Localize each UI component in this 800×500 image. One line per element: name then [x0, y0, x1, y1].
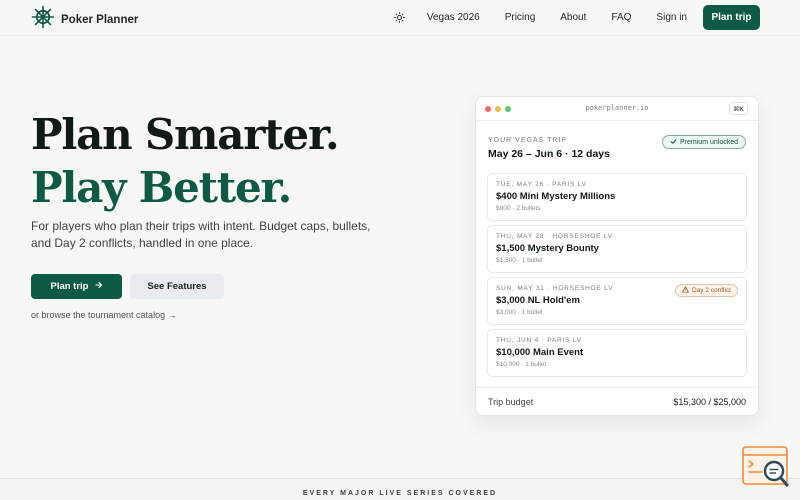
- nav-link-about[interactable]: About: [560, 12, 586, 23]
- event-card[interactable]: TUE, MAY 26 · PARIS LV $400 Mini Mystery…: [487, 173, 747, 221]
- nav-link-sign-in[interactable]: Sign in: [656, 12, 687, 23]
- nav-link-pricing[interactable]: Pricing: [505, 12, 536, 23]
- trip-preview-card: pokerplanner.io ⌘K YOUR VEGAS TRIP May 2…: [475, 96, 759, 416]
- event-name: $400 Mini Mystery Millions: [496, 191, 616, 202]
- trip-label: YOUR VEGAS TRIP: [488, 137, 568, 144]
- event-name: $1,500 Mystery Bounty: [496, 243, 599, 254]
- premium-badge: Premium unlocked: [662, 135, 746, 149]
- plan-trip-button[interactable]: Plan trip: [31, 274, 122, 299]
- hero-title-line-2: Play Better.: [31, 163, 292, 212]
- command-shortcut-badge[interactable]: ⌘K: [729, 102, 748, 115]
- trip-dates: May 26 – Jun 6 · 12 days: [488, 148, 610, 160]
- premium-badge-label: Premium unlocked: [680, 138, 738, 146]
- event-detail: $800 · 2 bullets: [496, 205, 541, 212]
- search-code-icon[interactable]: [742, 445, 790, 490]
- nav-links: Vegas 2026 Pricing About FAQ Sign in Pla…: [393, 5, 760, 30]
- brand-name: Poker Planner: [61, 13, 139, 26]
- event-card[interactable]: SUN, MAY 31 · HORSESHOE LV $3,000 NL Hol…: [487, 277, 747, 325]
- hero-title: Plan Smarter. Play Better.: [31, 108, 340, 214]
- browser-url: pokerplanner.io: [585, 104, 649, 112]
- hero-title-line-1: Plan Smarter.: [31, 110, 340, 159]
- brand-logo-link[interactable]: Poker Planner: [31, 5, 138, 34]
- series-band-heading: EVERY MAJOR LIVE SERIES COVERED: [302, 490, 498, 497]
- ship-wheel-icon: [31, 5, 55, 34]
- event-meta: THU, JUN 4 · PARIS LV: [496, 337, 582, 344]
- plan-trip-button-label: Plan trip: [50, 281, 89, 292]
- see-features-button[interactable]: See Features: [130, 274, 224, 299]
- browser-bar: pokerplanner.io ⌘K: [476, 97, 758, 121]
- event-name: $10,000 Main Event: [496, 347, 584, 358]
- arrow-right-icon: [94, 281, 103, 292]
- conflict-badge-label: Day 2 conflict: [691, 287, 731, 294]
- sun-icon[interactable]: [393, 11, 407, 25]
- top-navigation: Poker Planner Vegas 2026 Pricing About F…: [0, 0, 800, 36]
- plan-trip-nav-button[interactable]: Plan trip: [703, 5, 760, 30]
- event-meta: SUN, MAY 31 · HORSESHOE LV: [496, 285, 614, 292]
- event-card[interactable]: THU, MAY 28 · HORSESHOE LV $1,500 Myster…: [487, 225, 747, 273]
- budget-footer: Trip budget $15,300 / $25,000: [476, 387, 758, 415]
- event-detail: $10,000 · 1 bullet: [496, 361, 547, 368]
- warning-icon: [682, 286, 689, 295]
- event-meta: THU, MAY 28 · HORSESHOE LV: [496, 233, 613, 240]
- nav-link-faq[interactable]: FAQ: [611, 12, 631, 23]
- event-detail: $3,000 · 1 bullet: [496, 309, 543, 316]
- event-name: $3,000 NL Hold'em: [496, 295, 580, 306]
- browse-catalog-link[interactable]: or browse the tournament catalog →: [31, 310, 177, 320]
- nav-link-vegas-2026[interactable]: Vegas 2026: [427, 12, 480, 23]
- event-meta: TUE, MAY 26 · PARIS LV: [496, 181, 587, 188]
- day-2-conflict-badge: Day 2 conflict: [674, 284, 738, 297]
- budget-value: $15,300 / $25,000: [673, 397, 746, 407]
- budget-label: Trip budget: [488, 397, 534, 407]
- event-card[interactable]: THU, JUN 4 · PARIS LV $10,000 Main Event…: [487, 329, 747, 377]
- event-detail: $1,500 · 1 bullet: [496, 257, 543, 264]
- check-icon: [670, 138, 677, 147]
- hero-subtitle: For players who plan their trips with in…: [31, 219, 371, 250]
